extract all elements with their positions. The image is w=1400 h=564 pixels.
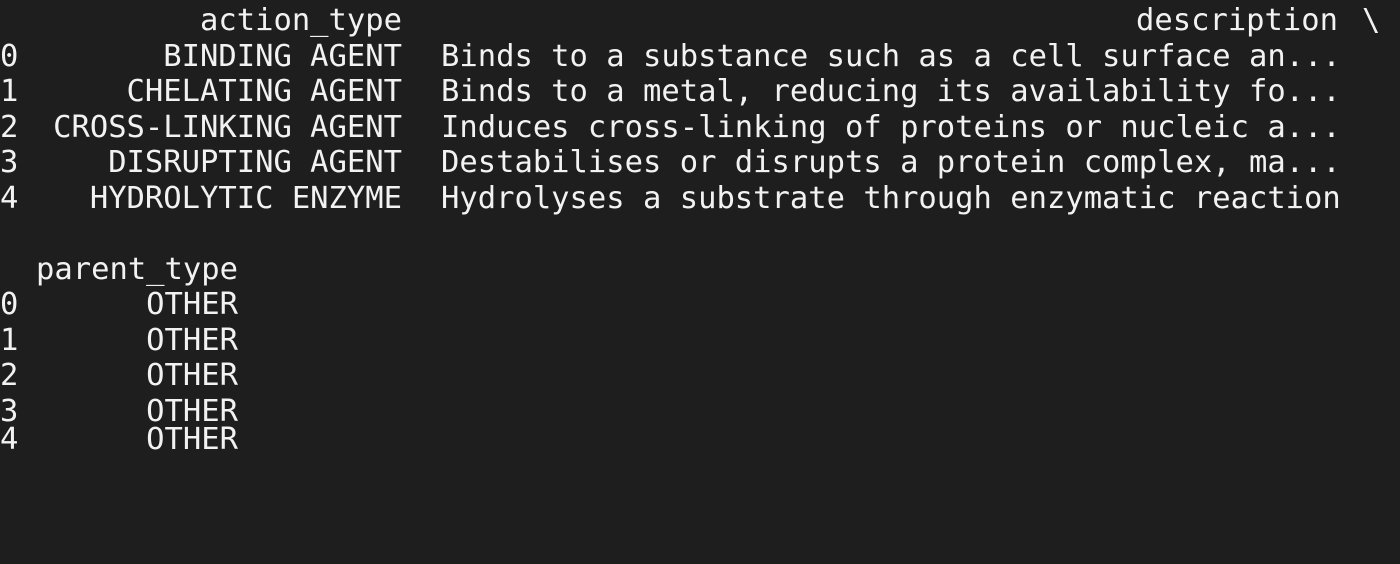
action-type-cell: CHELATING AGENT [126,74,402,109]
table-header: action_type description \ [0,3,1400,39]
table-row: 4 OTHER [0,422,400,458]
parent-type-cell: OTHER [146,422,238,457]
table-row: 3 DISRUPTING AGENT Destabilises or disru… [0,145,1400,181]
table-row: 2 OTHER [0,358,400,394]
description-cell: Induces cross-linking of proteins or nuc… [441,109,1341,145]
line-continuation-marker: \ [1362,3,1381,38]
description-cell: Binds to a substance such as a cell surf… [441,38,1341,74]
column-header-description: description [1136,3,1338,38]
table-header: parent_type [0,252,400,288]
description-cell: Destabilises or disrupts a protein compl… [441,145,1341,180]
table-row: 2 CROSS-LINKING AGENT Induces cross-link… [0,110,1400,146]
terminal-output: action_type description \ 0 BINDING AGEN… [0,0,1400,457]
parent-type-cell: OTHER [146,358,238,393]
action-type-cell: BINDING AGENT [163,38,402,74]
action-type-cell: CROSS-LINKING AGENT [53,109,402,145]
parent-type-cell: OTHER [146,322,238,358]
table-row: 1 OTHER [0,323,400,359]
description-cell: Binds to a metal, reducing its availabil… [441,74,1341,109]
table-row: 0 BINDING AGENT Binds to a substance suc… [0,39,1400,75]
description-cell: Hydrolyses a substrate through enzymatic… [441,180,1341,216]
action-type-cell: HYDROLYTIC ENZYME [89,180,402,216]
column-header-parent-type: parent_type [36,251,238,287]
parent-type-cell: OTHER [146,287,238,322]
action-type-cell: DISRUPTING AGENT [108,145,402,180]
table-row: 4 HYDROLYTIC ENZYME Hydrolyses a substra… [0,181,1400,217]
table-row: 1 CHELATING AGENT Binds to a metal, redu… [0,74,1400,110]
table-row: 0 OTHER [0,287,400,323]
